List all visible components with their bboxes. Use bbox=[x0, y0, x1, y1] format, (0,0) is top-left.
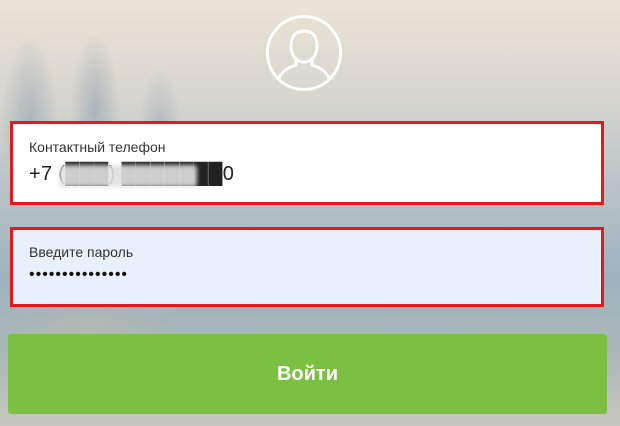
password-field[interactable]: Введите пароль ••••••••••••••• bbox=[10, 227, 604, 307]
phone-label: Контактный телефон bbox=[29, 139, 166, 155]
phone-field[interactable]: Контактный телефон +7 (███) ███████0 bbox=[10, 121, 604, 205]
phone-input[interactable]: +7 (███) ███████0 bbox=[29, 163, 585, 187]
user-silhouette-icon bbox=[276, 29, 332, 83]
password-input[interactable]: ••••••••••••••• bbox=[29, 266, 585, 284]
user-avatar-icon bbox=[266, 15, 342, 91]
password-label: Введите пароль bbox=[29, 244, 134, 260]
phone-redaction-mask bbox=[59, 165, 197, 187]
login-button[interactable]: Войти bbox=[8, 334, 607, 414]
